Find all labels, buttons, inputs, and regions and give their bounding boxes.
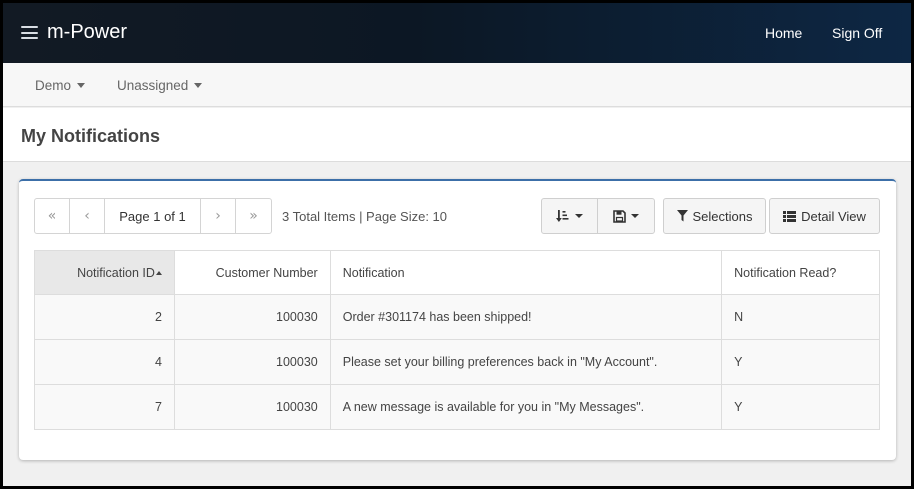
cell-customer-number: 100030 <box>173 339 331 385</box>
cell-notification-read: Y <box>721 339 880 385</box>
nav-sign-off-link[interactable]: Sign Off <box>832 25 882 41</box>
sort-icon <box>556 210 569 222</box>
unassigned-dropdown[interactable]: Unassigned <box>117 78 203 93</box>
col-header-notification[interactable]: Notification <box>329 250 723 295</box>
cell-notification: Order #301174 has been shipped! <box>329 294 723 340</box>
total-items-text: 3 Total Items | Page Size: 10 <box>282 209 448 224</box>
selections-label: Selections <box>692 208 753 224</box>
last-page-button[interactable]: » <box>236 199 271 233</box>
col-header-label: Customer Number <box>215 265 318 280</box>
notifications-table: Notification ID Customer Number Notifica… <box>34 250 880 430</box>
notifications-card: « ‹ Page 1 of 1 › » 3 Total Items | Page… <box>19 179 896 460</box>
cell-notification-id: 2 <box>34 294 175 340</box>
filter-icon <box>676 210 688 222</box>
cell-notification-read: Y <box>721 384 880 430</box>
demo-dropdown[interactable]: Demo <box>35 78 86 93</box>
table-row[interactable]: 7 100030 A new message is available for … <box>34 384 880 430</box>
table-header-row: Notification ID Customer Number Notifica… <box>34 250 880 295</box>
sub-navbar: Demo Unassigned <box>3 63 911 107</box>
cell-notification-id: 4 <box>34 339 175 385</box>
list-icon <box>783 210 797 222</box>
caret-down-icon <box>194 83 203 88</box>
unassigned-dropdown-label: Unassigned <box>117 78 189 93</box>
col-header-label: Notification ID <box>77 265 155 280</box>
pagination: « ‹ Page 1 of 1 › » <box>34 198 272 234</box>
table-row[interactable]: 4 100030 Please set your billing prefere… <box>34 339 880 385</box>
col-header-customer-number[interactable]: Customer Number <box>173 250 331 295</box>
detail-view-label: Detail View <box>801 208 866 224</box>
cell-customer-number: 100030 <box>173 294 331 340</box>
menu-icon[interactable] <box>21 26 38 39</box>
cell-notification: A new message is available for you in "M… <box>329 384 723 430</box>
col-header-label: Notification <box>342 265 405 280</box>
table-row[interactable]: 2 100030 Order #301174 has been shipped!… <box>34 294 880 340</box>
caret-down-icon <box>77 83 86 88</box>
save-icon <box>613 209 626 223</box>
detail-view-button[interactable]: Detail View <box>770 199 879 233</box>
title-bar: My Notifications <box>3 108 911 162</box>
caret-down-icon <box>575 214 583 218</box>
sort-save-group <box>541 198 655 234</box>
col-header-notification-read[interactable]: Notification Read? <box>721 250 880 295</box>
save-button[interactable] <box>598 199 654 233</box>
nav-home-link[interactable]: Home <box>765 25 802 41</box>
detail-view-button-wrap: Detail View <box>769 198 880 234</box>
caret-down-icon <box>631 214 639 218</box>
app-window: m-Power Home Sign Off Demo Unassigned My… <box>0 0 914 489</box>
page-title: My Notifications <box>21 126 161 146</box>
selections-button[interactable]: Selections <box>664 199 765 233</box>
selections-button-wrap: Selections <box>663 198 766 234</box>
demo-dropdown-label: Demo <box>35 78 72 93</box>
cell-notification-read: N <box>721 294 880 340</box>
cell-customer-number: 100030 <box>173 384 331 430</box>
cell-notification: Please set your billing preferences back… <box>329 339 723 385</box>
cell-notification-id: 7 <box>34 384 175 430</box>
page-indicator: Page 1 of 1 <box>105 199 201 233</box>
col-header-label: Notification Read? <box>734 265 837 280</box>
top-navbar: m-Power Home Sign Off <box>3 3 911 63</box>
sort-button[interactable] <box>542 199 598 233</box>
prev-page-button[interactable]: ‹ <box>70 199 105 233</box>
brand-logo[interactable]: m-Power <box>47 21 127 44</box>
col-header-notification-id[interactable]: Notification ID <box>34 250 175 295</box>
next-page-button[interactable]: › <box>201 199 236 233</box>
first-page-button[interactable]: « <box>35 199 70 233</box>
sort-ascending-icon <box>155 270 162 275</box>
